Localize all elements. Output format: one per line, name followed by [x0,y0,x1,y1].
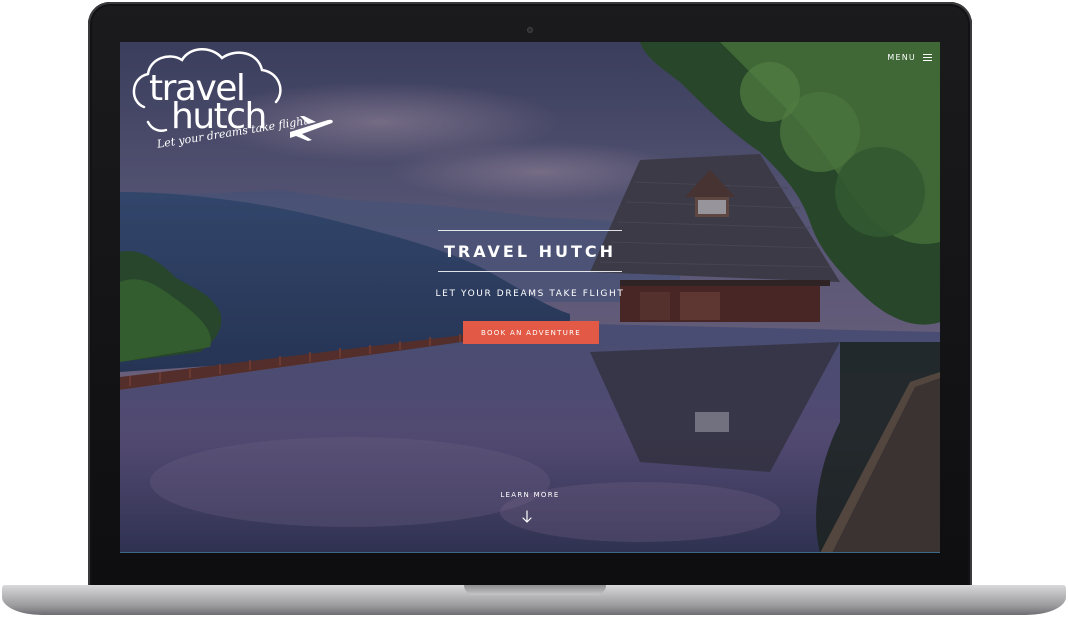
arrow-down-icon[interactable] [521,510,533,524]
hero-title-frame: TRAVEL HUTCH [438,230,622,272]
learn-more-link[interactable]: LEARN MORE [480,491,580,499]
hero-subtitle: LET YOUR DREAMS TAKE FLIGHT [435,289,625,299]
laptop-screen: travel hutch Let your dreams take flight… [120,42,940,553]
hamburger-menu-icon [923,54,932,61]
hero-section: travel hutch Let your dreams take flight… [120,42,940,553]
laptop-opening-notch [464,585,606,595]
screen-bottom-edge [120,552,940,553]
site-logo[interactable]: travel hutch Let your dreams take flight [126,42,340,177]
camera-icon [527,27,533,33]
book-adventure-button[interactable]: BOOK AN ADVENTURE [463,321,599,344]
hero-title: TRAVEL HUTCH [443,241,617,261]
laptop-mockup: travel hutch Let your dreams take flight… [0,0,1068,621]
menu-button[interactable]: MENU [887,53,932,62]
menu-label: MENU [887,53,916,62]
